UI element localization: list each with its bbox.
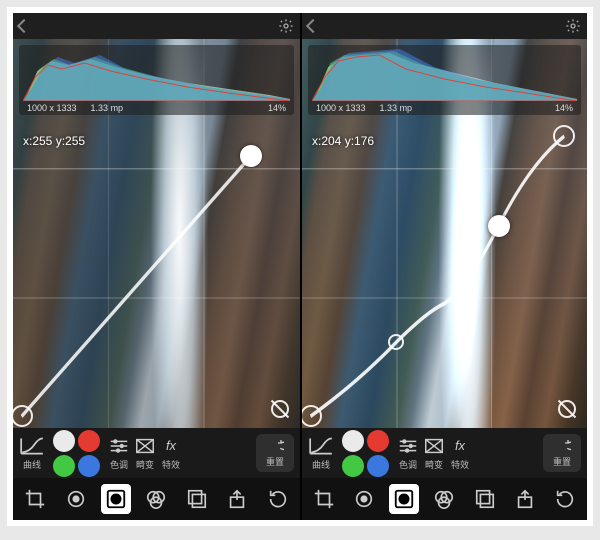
stack-icon[interactable] <box>182 484 212 514</box>
history-icon[interactable] <box>263 484 293 514</box>
tone-tool[interactable]: 色调 <box>397 436 419 471</box>
adjust-icon[interactable] <box>349 484 379 514</box>
curve-handle-mid-b[interactable] <box>488 215 510 237</box>
distortion-icon <box>134 436 156 456</box>
channel-green[interactable] <box>53 455 75 477</box>
bottom-bar <box>13 478 300 520</box>
reset-curve-icon[interactable] <box>271 400 289 418</box>
zoom-percent-label: 14% <box>555 103 573 113</box>
curves-label: 曲线 <box>312 458 330 471</box>
distortion-tool[interactable]: 畸变 <box>423 436 445 471</box>
fx-label: 特效 <box>451 458 469 471</box>
curves-icon <box>308 436 334 456</box>
channel-green[interactable] <box>342 455 364 477</box>
tool-row: 曲线 色调 畸变 fx 特效 <box>302 428 587 478</box>
share-icon[interactable] <box>222 484 252 514</box>
zoom-percent-label: 14% <box>268 103 286 113</box>
histogram-icon <box>23 49 290 101</box>
histogram-panel: 1000 x 1333 1.33 mp 14% <box>308 45 581 115</box>
adjust-icon[interactable] <box>61 484 91 514</box>
dimensions-label: 1000 x 1333 <box>27 103 77 113</box>
curves-icon <box>19 436 45 456</box>
top-bar <box>13 13 300 39</box>
fx-tool[interactable]: fx 特效 <box>160 436 182 471</box>
back-icon[interactable] <box>306 19 320 33</box>
image-canvas[interactable]: 1000 x 1333 1.33 mp 14% x:255 y:255 <box>13 39 300 428</box>
dimensions-label: 1000 x 1333 <box>316 103 366 113</box>
tone-icon <box>108 436 130 456</box>
distortion-icon <box>423 436 445 456</box>
top-bar <box>302 13 587 39</box>
fx-label: 特效 <box>162 458 180 471</box>
histogram-panel: 1000 x 1333 1.33 mp 14% <box>19 45 294 115</box>
distortion-label: 畸变 <box>425 458 443 471</box>
crop-icon[interactable] <box>20 484 50 514</box>
channel-white[interactable] <box>53 430 75 452</box>
channel-blue[interactable] <box>78 455 100 477</box>
distortion-tool[interactable]: 畸变 <box>134 436 156 471</box>
curves-tool[interactable]: 曲线 <box>308 436 334 471</box>
curves-tool[interactable]: 曲线 <box>19 436 45 471</box>
channel-swatches <box>53 430 100 477</box>
filters-icon[interactable] <box>429 484 459 514</box>
coordinate-readout: x:204 y:176 <box>312 134 374 148</box>
back-icon[interactable] <box>17 19 31 33</box>
curve-handle-highlight[interactable] <box>553 125 575 147</box>
image-canvas[interactable]: 1000 x 1333 1.33 mp 14% x:204 y:176 <box>302 39 587 428</box>
coordinate-readout: x:255 y:255 <box>23 134 85 148</box>
reset-label: 重置 <box>266 455 284 468</box>
filters-icon[interactable] <box>141 484 171 514</box>
channel-red[interactable] <box>367 430 389 452</box>
tone-icon <box>397 436 419 456</box>
reset-icon <box>266 439 284 453</box>
reset-icon <box>553 439 571 453</box>
curve-handle-highlight[interactable] <box>240 145 262 167</box>
channel-blue[interactable] <box>367 455 389 477</box>
reset-curve-icon[interactable] <box>558 400 576 418</box>
curves-label: 曲线 <box>23 458 41 471</box>
channel-swatches <box>342 430 389 477</box>
settings-icon[interactable] <box>565 18 581 34</box>
crop-icon[interactable] <box>309 484 339 514</box>
channel-white[interactable] <box>342 430 364 452</box>
reset-button[interactable]: 重置 <box>256 434 294 472</box>
tool-row: 曲线 色调 畸变 fx 特效 <box>13 428 300 478</box>
tone-label: 色调 <box>399 458 417 471</box>
vignette-icon[interactable] <box>389 484 419 514</box>
megapixels-label: 1.33 mp <box>380 103 413 113</box>
reset-button[interactable]: 重置 <box>543 434 581 472</box>
settings-icon[interactable] <box>278 18 294 34</box>
share-icon[interactable] <box>510 484 540 514</box>
tone-tool[interactable]: 色调 <box>108 436 130 471</box>
channel-red[interactable] <box>78 430 100 452</box>
bottom-bar <box>302 478 587 520</box>
histogram-icon <box>312 49 577 101</box>
image-meta: 1000 x 1333 1.33 mp 14% <box>19 103 294 113</box>
fx-icon: fx <box>160 436 182 456</box>
editor-pane-left: 1000 x 1333 1.33 mp 14% x:255 y:255 曲线 <box>13 13 300 520</box>
distortion-label: 畸变 <box>136 458 154 471</box>
history-icon[interactable] <box>550 484 580 514</box>
curve-handle-mid-a[interactable] <box>388 334 404 350</box>
fx-icon: fx <box>449 436 471 456</box>
vignette-icon[interactable] <box>101 484 131 514</box>
reset-label: 重置 <box>553 455 571 468</box>
editor-pane-right: 1000 x 1333 1.33 mp 14% x:204 y:176 曲线 <box>300 13 587 520</box>
fx-tool[interactable]: fx 特效 <box>449 436 471 471</box>
image-meta: 1000 x 1333 1.33 mp 14% <box>308 103 581 113</box>
tone-label: 色调 <box>110 458 128 471</box>
stack-icon[interactable] <box>470 484 500 514</box>
megapixels-label: 1.33 mp <box>91 103 124 113</box>
